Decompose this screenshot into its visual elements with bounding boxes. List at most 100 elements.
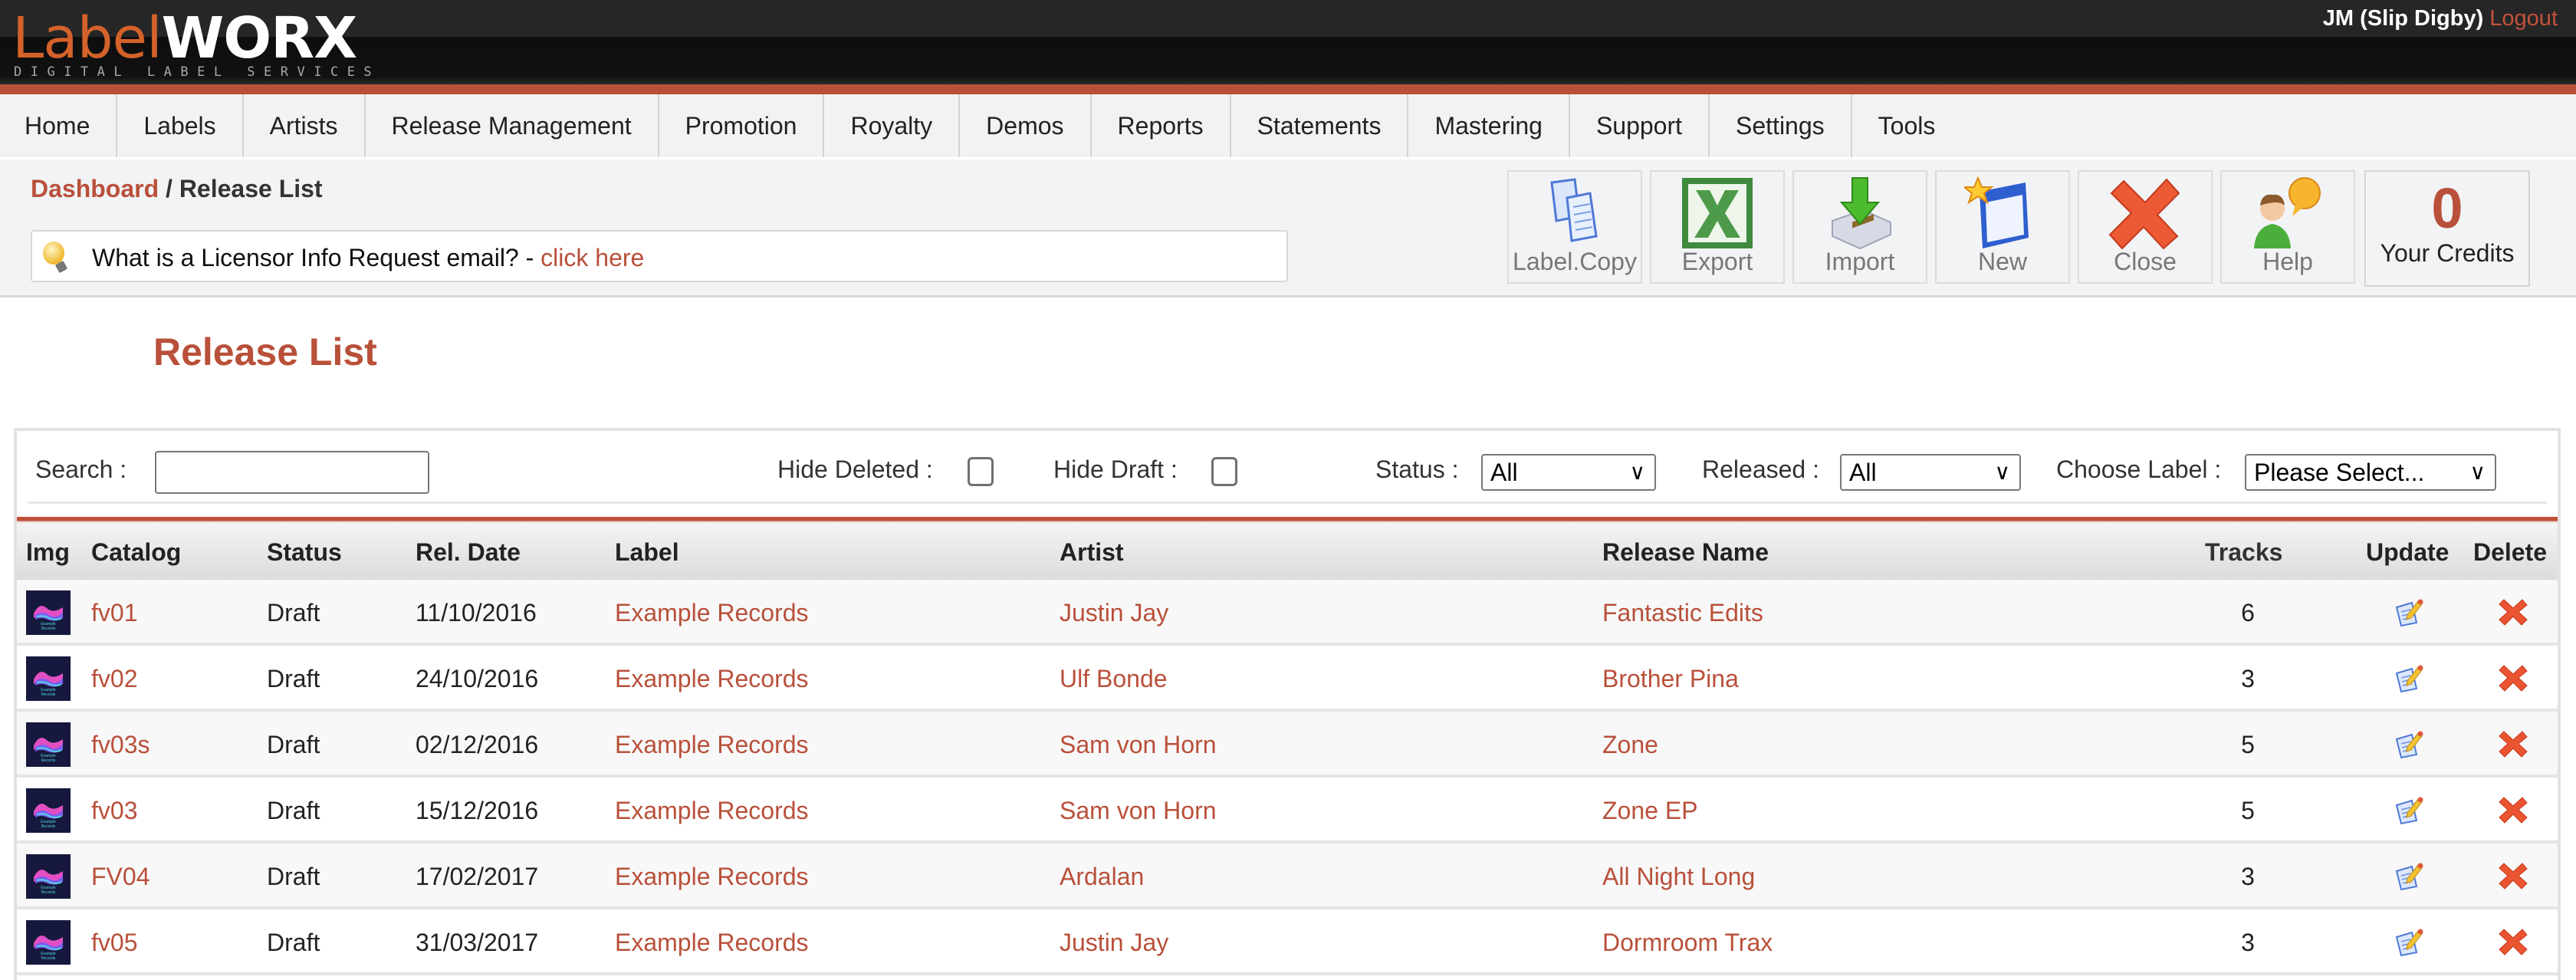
hide-deleted-checkbox[interactable] bbox=[968, 457, 994, 486]
release-name-link[interactable]: Fantastic Edits bbox=[1602, 599, 1763, 627]
filter-bar: Search : Hide Deleted : Hide Draft : Sta… bbox=[17, 431, 2558, 506]
delete-icon[interactable] bbox=[2498, 926, 2528, 957]
nav-promotion[interactable]: Promotion bbox=[659, 94, 825, 157]
nav-settings[interactable]: Settings bbox=[1710, 94, 1852, 157]
edit-icon[interactable] bbox=[2394, 860, 2424, 891]
column-header-label[interactable]: Label bbox=[615, 538, 679, 567]
released-select[interactable]: All ∨ bbox=[1840, 454, 2021, 491]
column-header-artist[interactable]: Artist bbox=[1060, 538, 1124, 567]
column-header-rel-date[interactable]: Rel. Date bbox=[416, 538, 521, 567]
column-header-status[interactable]: Status bbox=[267, 538, 342, 567]
release-name-link[interactable]: Dormroom Trax bbox=[1602, 929, 1773, 957]
edit-icon[interactable] bbox=[2394, 926, 2424, 957]
import-drive-icon bbox=[1832, 177, 1891, 250]
artist-link[interactable]: Justin Jay bbox=[1060, 599, 1168, 627]
hide-draft-checkbox[interactable] bbox=[1211, 457, 1237, 486]
breadcrumb-dashboard-link[interactable]: Dashboard bbox=[31, 175, 159, 202]
thumbnail-text-2: Records bbox=[41, 956, 56, 961]
delete-icon[interactable] bbox=[2498, 597, 2528, 627]
column-header-tracks[interactable]: Tracks bbox=[2205, 538, 2282, 567]
header-accent-bar bbox=[0, 84, 2576, 94]
release-artwork-thumbnail[interactable]: Example Records bbox=[26, 920, 71, 965]
column-header-catalog[interactable]: Catalog bbox=[91, 538, 181, 567]
nav-tools[interactable]: Tools bbox=[1852, 94, 1962, 157]
column-header-release-name[interactable]: Release Name bbox=[1602, 538, 1769, 567]
nav-labels[interactable]: Labels bbox=[117, 94, 244, 157]
artist-link[interactable]: Ulf Bonde bbox=[1060, 665, 1168, 693]
label-copy-button[interactable]: Label.Copy bbox=[1507, 170, 1642, 284]
release-artwork-thumbnail[interactable]: Example Records bbox=[26, 854, 71, 899]
delete-icon[interactable] bbox=[2498, 794, 2528, 825]
delete-icon[interactable] bbox=[2498, 663, 2528, 693]
new-button[interactable]: New bbox=[1935, 170, 2070, 284]
label-link[interactable]: Example Records bbox=[615, 665, 809, 693]
search-input[interactable] bbox=[155, 451, 429, 494]
label-link[interactable]: Example Records bbox=[615, 797, 809, 825]
nav-home[interactable]: Home bbox=[0, 94, 118, 157]
released-select-value: All bbox=[1849, 459, 1877, 486]
hide-draft-label: Hide Draft : bbox=[1053, 455, 1178, 483]
nav-support[interactable]: Support bbox=[1570, 94, 1710, 157]
catalog-link[interactable]: fv05 bbox=[91, 929, 137, 957]
label-link[interactable]: Example Records bbox=[615, 929, 809, 957]
nav-statements[interactable]: Statements bbox=[1231, 94, 1409, 157]
catalog-link[interactable]: fv02 bbox=[91, 665, 137, 693]
delete-icon[interactable] bbox=[2498, 860, 2528, 891]
help-button[interactable]: Help bbox=[2220, 170, 2355, 284]
labelworx-logo[interactable]: LabelWORX DIGITAL LABEL SERVICES bbox=[12, 8, 373, 80]
status-select[interactable]: All ∨ bbox=[1481, 454, 1656, 491]
nav-artists[interactable]: Artists bbox=[244, 94, 366, 157]
delete-icon[interactable] bbox=[2498, 728, 2528, 759]
table-row: Example Records fv02 Draft 24/10/2016 Ex… bbox=[17, 646, 2558, 712]
label-link[interactable]: Example Records bbox=[615, 863, 809, 891]
catalog-link[interactable]: fv01 bbox=[91, 599, 137, 627]
label-link[interactable]: Example Records bbox=[615, 599, 809, 627]
choose-label-select-value: Please Select... bbox=[2254, 459, 2425, 486]
logo-wordmark: LabelWORX bbox=[12, 8, 357, 69]
close-x-icon bbox=[2108, 178, 2180, 250]
choose-label-select[interactable]: Please Select... ∨ bbox=[2245, 454, 2496, 491]
nav-reports[interactable]: Reports bbox=[1092, 94, 1231, 157]
close-button[interactable]: Close bbox=[2078, 170, 2213, 284]
artist-link[interactable]: Justin Jay bbox=[1060, 929, 1168, 957]
release-artwork-thumbnail[interactable]: Example Records bbox=[26, 590, 71, 635]
top-header: LabelWORX DIGITAL LABEL SERVICES JM (Sli… bbox=[0, 0, 2576, 84]
search-label: Search : bbox=[35, 455, 127, 483]
release-name-link[interactable]: Zone EP bbox=[1602, 797, 1698, 825]
nav-demos[interactable]: Demos bbox=[960, 94, 1092, 157]
artist-link[interactable]: Ardalan bbox=[1060, 863, 1144, 891]
tracks-count-cell: 3 bbox=[2241, 665, 2255, 692]
logout-link[interactable]: Logout bbox=[2489, 6, 2558, 31]
label-link[interactable]: Example Records bbox=[615, 731, 809, 759]
nav-royalty[interactable]: Royalty bbox=[824, 94, 961, 157]
catalog-link[interactable]: FV04 bbox=[91, 863, 150, 891]
tip-text: What is a Licensor Info Request email? - bbox=[92, 244, 541, 271]
help-person-icon bbox=[2254, 177, 2321, 248]
release-artwork-thumbnail[interactable]: Example Records bbox=[26, 722, 71, 767]
breadcrumb-separator: / bbox=[159, 175, 179, 202]
import-button[interactable]: Import bbox=[1792, 170, 1927, 284]
nav-mastering[interactable]: Mastering bbox=[1408, 94, 1570, 157]
tip-click-here-link[interactable]: click here bbox=[540, 244, 644, 271]
release-name-link[interactable]: All Night Long bbox=[1602, 863, 1755, 891]
edit-icon[interactable] bbox=[2394, 663, 2424, 693]
page-title: Release List bbox=[153, 331, 377, 373]
artist-link[interactable]: Sam von Horn bbox=[1060, 797, 1217, 825]
edit-icon[interactable] bbox=[2394, 794, 2424, 825]
catalog-link[interactable]: fv03 bbox=[91, 797, 137, 825]
artist-link[interactable]: Sam von Horn bbox=[1060, 731, 1217, 759]
edit-icon[interactable] bbox=[2394, 597, 2424, 627]
nav-release-management[interactable]: Release Management bbox=[366, 94, 659, 157]
export-button[interactable]: Export bbox=[1650, 170, 1785, 284]
edit-icon[interactable] bbox=[2394, 728, 2424, 759]
release-artwork-thumbnail[interactable]: Example Records bbox=[26, 788, 71, 833]
export-label: Export bbox=[1681, 248, 1753, 275]
credits-box[interactable]: 0 Your Credits bbox=[2364, 170, 2530, 287]
catalog-link[interactable]: fv03s bbox=[91, 731, 150, 759]
choose-label-label: Choose Label : bbox=[2056, 455, 2222, 483]
chevron-down-icon: ∨ bbox=[2469, 460, 2486, 484]
release-name-link[interactable]: Zone bbox=[1602, 731, 1658, 759]
release-artwork-thumbnail[interactable]: Example Records bbox=[26, 656, 71, 701]
breadcrumb: Dashboard / Release List bbox=[31, 175, 323, 203]
release-name-link[interactable]: Brother Pina bbox=[1602, 665, 1739, 693]
